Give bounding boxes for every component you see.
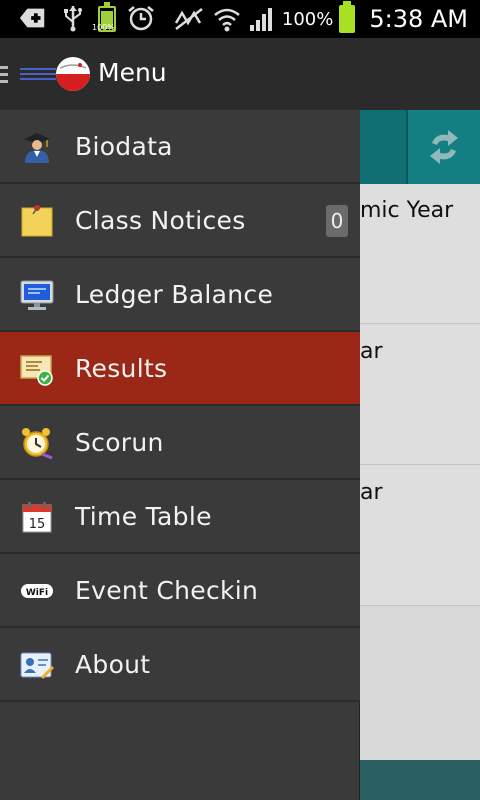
list-item-text: ar	[360, 339, 383, 364]
menu-item-label: About	[75, 650, 151, 679]
battery-icon	[339, 1, 356, 33]
add-notification-icon	[19, 8, 45, 28]
notice-count-badge: 0	[326, 205, 348, 237]
menu-item-scorun[interactable]: Scorun	[0, 406, 360, 480]
drawer-title: Menu	[98, 58, 167, 87]
menu-item-label: Scorun	[75, 428, 164, 457]
monitor-icon	[20, 280, 54, 310]
status-bar: 100% 100% 5:38 AM	[0, 0, 480, 38]
list-item-text: mic Year	[360, 198, 454, 223]
menu-item-label: Results	[75, 354, 168, 383]
wifi-logo-text: WiFi	[26, 588, 48, 598]
certificate-icon	[20, 355, 53, 386]
sticky-note-icon	[21, 205, 53, 237]
menu-item-results[interactable]: Results	[0, 332, 360, 406]
menu-item-time-table[interactable]: 15 Time Table	[0, 480, 360, 554]
menu-item-about[interactable]: About	[0, 628, 360, 702]
calendar-icon: 15	[22, 502, 52, 533]
alarm-icon	[128, 6, 154, 31]
sync-button[interactable]	[406, 110, 480, 184]
mute-icon	[174, 8, 203, 30]
wifi-signal-icon	[214, 8, 240, 32]
wifi-icon: WiFi	[21, 584, 53, 598]
drawer-header[interactable]: Menu	[0, 38, 480, 110]
cell-signal-icon	[249, 8, 272, 31]
drawer-indicator-icon	[0, 66, 8, 84]
battery-percent: 100%	[281, 8, 334, 30]
menu-item-ledger-balance[interactable]: Ledger Balance	[0, 258, 360, 332]
list-item-text: ar	[360, 480, 383, 505]
menu-item-class-notices[interactable]: Class Notices 0	[0, 184, 360, 258]
menu-item-label: Biodata	[75, 132, 173, 161]
battery-small-icon: 100%	[92, 2, 116, 32]
notification-icons: 100%	[18, 2, 156, 32]
battery-small-percent: 100%	[92, 23, 115, 32]
menu-item-label: Time Table	[75, 502, 212, 531]
clock: 5:38 AM	[369, 5, 468, 33]
menu-item-biodata[interactable]: Biodata	[0, 110, 360, 184]
app-logo	[20, 57, 90, 91]
menu-item-label: Event Checkin	[75, 576, 259, 605]
menu-item-label: Class Notices	[75, 206, 246, 235]
system-icons: 100% 5:38 AM	[172, 0, 468, 38]
menu-item-event-checkin[interactable]: WiFi Event Checkin	[0, 554, 360, 628]
navigation-drawer: Biodata Class Notices 0 Ledger Balance R…	[0, 110, 360, 800]
sync-icon	[430, 130, 458, 164]
menu-item-label: Ledger Balance	[75, 280, 274, 309]
usb-icon	[64, 6, 82, 32]
calendar-day: 15	[29, 517, 46, 532]
alarm-clock-icon	[22, 428, 53, 460]
student-icon	[24, 133, 50, 163]
id-card-icon	[20, 652, 54, 680]
